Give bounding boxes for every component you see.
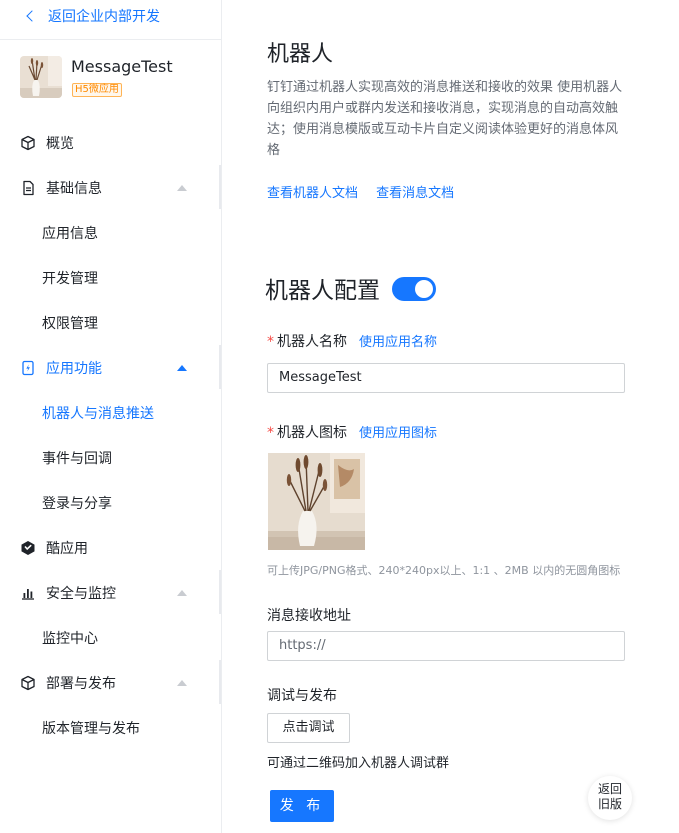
cool-app-icon — [21, 541, 35, 555]
caret-up-icon[interactable] — [177, 185, 187, 191]
sidebar-item-label: 机器人与消息推送 — [42, 406, 154, 422]
sidebar-item-label: 版本管理与发布 — [42, 721, 140, 737]
sidebar-item-version-management[interactable]: 版本管理与发布 — [0, 713, 221, 743]
sidebar-item-events-callbacks[interactable]: 事件与回调 — [0, 443, 221, 473]
use-app-name-link[interactable]: 使用应用名称 — [359, 335, 437, 350]
bar-chart-icon — [22, 589, 34, 600]
bot-icon-hint: 可上传JPG/PNG格式、240*240px以上、1:1 、2MB 以内的无圆角… — [267, 564, 621, 577]
sidebar-item-bot-messaging[interactable]: 机器人与消息推送 — [0, 398, 221, 428]
document-icon — [23, 180, 34, 196]
caret-up-icon[interactable] — [177, 680, 187, 686]
sidebar-item-label: 部署与发布 — [46, 676, 116, 692]
page-title: 机器人 — [267, 42, 334, 67]
old-version-label: 返回旧版 — [597, 782, 622, 811]
caret-up-icon[interactable] — [177, 590, 187, 596]
toggle-knob — [415, 280, 433, 298]
sidebar-item-dev-management[interactable]: 开发管理 — [0, 263, 221, 293]
bot-docs-link[interactable]: 查看机器人文档 — [267, 186, 358, 201]
debug-button[interactable]: 点击调试 — [267, 713, 350, 743]
app-type-badge: H5微应用 — [72, 83, 122, 97]
sidebar: 返回企业内部开发 MessageTest H5微应用 概览 基础信息 应用信息 … — [0, 0, 222, 833]
app-name: MessageTest — [71, 57, 173, 76]
page-description: 钉钉通过机器人实现高效的消息推送和接收的效果 使用机器人向组织内用户或群内发送和… — [267, 80, 623, 158]
sidebar-item-label: 安全与监控 — [46, 586, 116, 602]
main-content: 机器人 钉钉通过机器人实现高效的消息推送和接收的效果 使用机器人向组织内用户或群… — [222, 0, 679, 833]
cube-icon — [21, 135, 35, 151]
debug-qr-note: 可通过二维码加入机器人调试群 — [267, 756, 450, 771]
app-card: MessageTest H5微应用 — [20, 56, 215, 100]
sidebar-item-cool-app[interactable]: 酷应用 — [0, 533, 221, 563]
sidebar-item-label: 酷应用 — [46, 541, 88, 557]
bot-icon-image[interactable] — [268, 453, 365, 550]
sidebar-item-login-share[interactable]: 登录与分享 — [0, 488, 221, 518]
back-to-old-version-button[interactable]: 返回旧版 — [588, 776, 632, 820]
sidebar-item-label: 应用功能 — [46, 361, 102, 377]
doc-links: 查看机器人文档 查看消息文档 — [267, 182, 468, 201]
required-marker: * — [267, 334, 274, 350]
use-app-icon-link[interactable]: 使用应用图标 — [359, 426, 437, 441]
section-divider — [219, 660, 221, 704]
sidebar-divider — [0, 39, 221, 40]
bot-icon-label: 机器人图标 — [277, 425, 347, 441]
sidebar-item-app-features[interactable]: 应用功能 — [0, 345, 221, 389]
sidebar-item-label: 基础信息 — [46, 181, 102, 197]
sidebar-item-overview[interactable]: 概览 — [0, 128, 221, 158]
sidebar-item-label: 事件与回调 — [42, 451, 112, 467]
message-docs-link[interactable]: 查看消息文档 — [376, 186, 454, 201]
chevron-left-icon — [26, 10, 38, 22]
back-link-label: 返回企业内部开发 — [48, 9, 160, 25]
sidebar-item-deploy-publish[interactable]: 部署与发布 — [0, 660, 221, 704]
section-title-bot-config: 机器人配置 — [265, 278, 380, 304]
sidebar-item-label: 开发管理 — [42, 271, 98, 287]
debug-publish-label: 调试与发布 — [267, 688, 337, 704]
bot-name-label: 机器人名称 — [277, 334, 347, 350]
sidebar-item-label: 监控中心 — [42, 631, 98, 647]
message-url-input[interactable]: https:// — [267, 631, 625, 661]
sidebar-item-label: 概览 — [46, 136, 74, 152]
publish-button[interactable]: 发 布 — [270, 790, 334, 822]
app-thumbnail — [20, 56, 62, 98]
sidebar-item-app-info[interactable]: 应用信息 — [0, 218, 221, 248]
sidebar-item-basic-info[interactable]: 基础信息 — [0, 165, 221, 209]
sidebar-item-label: 应用信息 — [42, 226, 98, 242]
bot-config-toggle[interactable] — [392, 277, 436, 301]
sidebar-item-permissions[interactable]: 权限管理 — [0, 308, 221, 338]
back-to-internal-dev-link[interactable]: 返回企业内部开发 — [24, 6, 160, 26]
caret-up-icon[interactable] — [177, 365, 187, 371]
cube-icon — [21, 675, 35, 691]
sidebar-item-label: 权限管理 — [42, 316, 98, 332]
section-divider — [219, 345, 221, 389]
bot-name-input[interactable]: MessageTest — [267, 363, 625, 393]
phone-lightning-icon — [22, 360, 34, 376]
bot-icon-label-row: * 机器人图标 使用应用图标 — [267, 422, 437, 442]
sidebar-item-monitoring-center[interactable]: 监控中心 — [0, 623, 221, 653]
sidebar-item-label: 登录与分享 — [42, 496, 112, 512]
bot-name-label-row: * 机器人名称 使用应用名称 — [267, 331, 437, 351]
message-url-label: 消息接收地址 — [267, 608, 351, 624]
section-divider — [219, 570, 221, 614]
sidebar-item-security-monitoring[interactable]: 安全与监控 — [0, 570, 221, 614]
required-marker: * — [267, 425, 274, 441]
section-divider — [219, 165, 221, 209]
